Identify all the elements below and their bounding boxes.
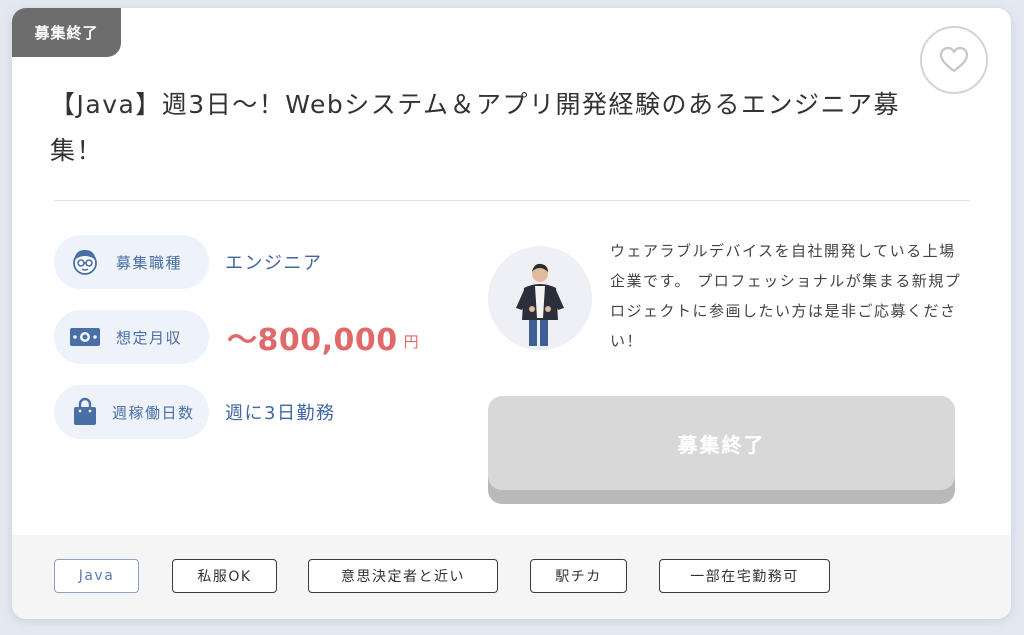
status-badge: 募集終了 <box>12 8 121 57</box>
job-type-pill: 募集職種 <box>54 235 209 289</box>
info-row-salary: 想定月収 〜800,000 円 <box>54 310 419 364</box>
engineer-face-icon <box>68 245 102 279</box>
bag-icon <box>68 395 102 429</box>
banknote-icon <box>68 320 102 354</box>
job-card: 募集終了 【Java】週3日〜！Webシステム＆アプリ開発経験のあるエンジニア募… <box>12 8 1011 619</box>
tag-near-station[interactable]: 駅チカ <box>530 559 627 593</box>
tag-bar: Java 私服OK 意思決定者と近い 駅チカ 一部在宅勤務可 <box>12 535 1011 619</box>
tag-near-decision-makers[interactable]: 意思決定者と近い <box>308 559 498 593</box>
tag-partial-remote[interactable]: 一部在宅勤務可 <box>659 559 830 593</box>
job-type-value: エンジニア <box>225 253 323 274</box>
salary-pill: 想定月収 <box>54 310 209 364</box>
days-value: 週に3日勤務 <box>225 403 336 424</box>
days-pill: 週稼働日数 <box>54 385 209 439</box>
tag-casual-wear[interactable]: 私服OK <box>172 559 277 593</box>
company-description: ウェアラブルデバイスを自社開発している上場企業です。 プロフェッショナルが集まる… <box>610 242 962 350</box>
divider <box>54 200 970 201</box>
tag-java[interactable]: Java <box>54 559 139 593</box>
salary-value: 〜800,000 <box>227 323 398 358</box>
info-row-days: 週稼働日数 週に3日勤務 <box>54 385 335 439</box>
salary-unit: 円 <box>403 332 419 351</box>
days-label: 週稼働日数 <box>112 403 195 422</box>
favorite-button[interactable] <box>920 26 988 94</box>
salary-label: 想定月収 <box>116 328 183 347</box>
job-title[interactable]: 【Java】週3日〜！Webシステム＆アプリ開発経験のあるエンジニア募集！ <box>50 82 910 174</box>
job-type-label: 募集職種 <box>116 253 183 272</box>
apply-button[interactable]: 募集終了 <box>488 396 955 490</box>
info-row-job-type: 募集職種 エンジニア <box>54 235 323 289</box>
company-person-avatar <box>488 246 592 350</box>
heart-icon <box>939 46 969 73</box>
